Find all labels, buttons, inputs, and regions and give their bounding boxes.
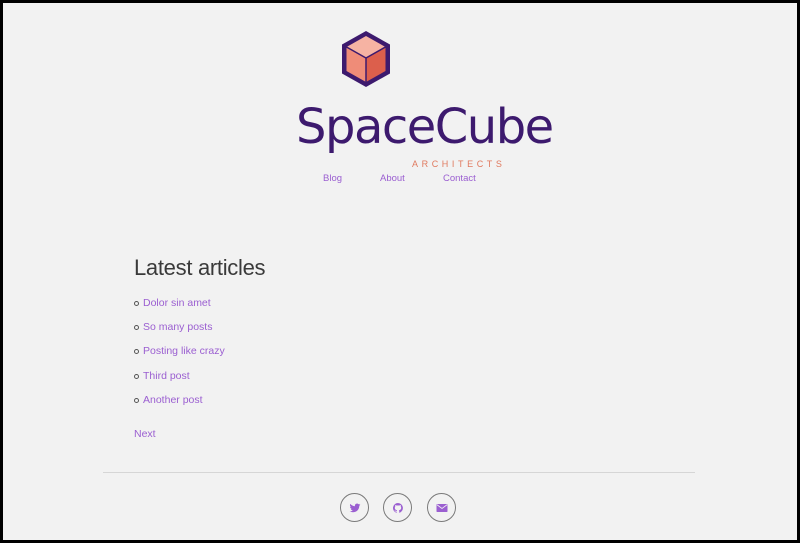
logo-tagline: ARCHITECTS <box>412 159 506 169</box>
list-item: Posting like crazy <box>134 343 225 367</box>
github-icon <box>392 502 403 513</box>
article-link[interactable]: Posting like crazy <box>143 345 225 357</box>
main-nav: Blog About Contact <box>3 173 797 189</box>
article-link[interactable]: So many posts <box>143 321 212 333</box>
nav-item-blog[interactable]: Blog <box>323 173 342 184</box>
page: SpaceCube ARCHITECTS Blog About Contact … <box>0 0 800 543</box>
twitter-icon <box>349 503 360 512</box>
envelope-icon <box>436 503 447 512</box>
page-title: Latest articles <box>134 255 266 280</box>
article-list: Dolor sin amet So many posts Posting lik… <box>134 295 225 416</box>
github-button[interactable] <box>383 493 412 522</box>
article-link[interactable]: Another post <box>143 394 203 406</box>
article-link[interactable]: Dolor sin amet <box>143 297 211 309</box>
list-item: Another post <box>134 392 225 416</box>
article-link[interactable]: Third post <box>143 370 190 382</box>
list-item: So many posts <box>134 319 225 343</box>
next-page-link[interactable]: Next <box>134 428 156 440</box>
bullet-icon <box>134 325 139 331</box>
site-logo[interactable]: SpaceCube ARCHITECTS <box>3 29 797 169</box>
list-item: Third post <box>134 368 225 392</box>
bullet-icon <box>134 301 139 306</box>
nav-item-about[interactable]: About <box>380 173 405 184</box>
footer-divider <box>103 472 695 473</box>
email-button[interactable] <box>427 493 456 522</box>
nav-item-contact[interactable]: Contact <box>443 173 476 184</box>
twitter-button[interactable] <box>340 493 369 522</box>
bullet-icon <box>134 373 139 379</box>
logo-wordmark: SpaceCube <box>296 99 554 155</box>
cube-logo-icon <box>342 31 390 87</box>
bullet-icon <box>134 349 139 355</box>
list-item: Dolor sin amet <box>134 295 225 319</box>
bullet-icon <box>134 397 139 403</box>
